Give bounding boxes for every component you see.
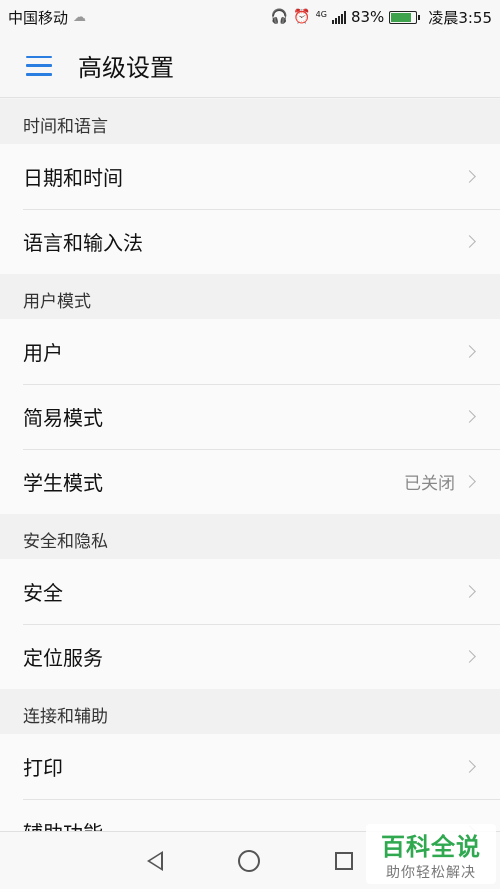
alarm-icon: ⏰ xyxy=(293,9,311,25)
menu-icon[interactable] xyxy=(26,55,52,76)
settings-list: 时间和语言日期和时间语言和输入法用户模式用户简易模式学生模式 已关闭安全和隐私安全… xyxy=(0,99,500,864)
signal-icon xyxy=(331,10,346,24)
chevron-right-icon xyxy=(463,650,476,663)
status-bar: 中国移动 ☁ 🎧 ⏰ 4G 83% 凌晨3:55 xyxy=(0,0,500,34)
settings-row-value: 已关闭 xyxy=(404,474,455,494)
back-icon[interactable] xyxy=(147,850,164,871)
headphone-icon: 🎧 xyxy=(270,9,289,25)
section-header: 安全和隐私 xyxy=(0,514,500,559)
settings-row[interactable]: 简易模式 xyxy=(0,384,500,449)
chevron-right-icon xyxy=(463,170,476,183)
battery-percent: 83% xyxy=(350,8,385,26)
chevron-right-icon xyxy=(463,235,476,248)
network-type-label: 4G xyxy=(315,9,327,19)
settings-row-label: 日期和时间 xyxy=(23,166,123,190)
settings-row-label: 安全 xyxy=(23,581,63,605)
chevron-right-icon xyxy=(463,760,476,773)
chevron-right-icon xyxy=(463,585,476,598)
page-title: 高级设置 xyxy=(78,54,174,82)
section-header: 时间和语言 xyxy=(0,99,500,144)
settings-row-label: 用户 xyxy=(23,341,63,365)
carrier-label: 中国移动 xyxy=(8,8,69,27)
clock: 凌晨3:55 xyxy=(428,8,492,27)
watermark-logo: 百科全说 助你轻松解决 xyxy=(366,824,496,884)
watermark-title: 百科全说 xyxy=(381,832,481,861)
section-body: 用户简易模式学生模式 已关闭 xyxy=(0,319,500,514)
settings-row[interactable]: 定位服务 xyxy=(0,624,500,689)
battery-icon xyxy=(389,10,421,24)
app-bar: 高级设置 xyxy=(0,34,500,98)
settings-row-label: 语言和输入法 xyxy=(23,231,143,255)
chevron-right-icon xyxy=(463,410,476,423)
settings-row[interactable]: 语言和输入法 xyxy=(0,209,500,274)
weather-icon: ☁ xyxy=(73,9,87,25)
section-header: 用户模式 xyxy=(0,274,500,319)
settings-row[interactable]: 安全 xyxy=(0,559,500,624)
chevron-right-icon xyxy=(463,475,476,488)
watermark-subtitle: 助你轻松解决 xyxy=(386,864,476,881)
settings-row-label: 简易模式 xyxy=(23,406,103,430)
settings-row-label: 定位服务 xyxy=(23,646,103,670)
chevron-right-icon xyxy=(463,345,476,358)
recent-apps-icon[interactable] xyxy=(334,851,353,870)
settings-row-label: 学生模式 xyxy=(23,471,103,495)
settings-row[interactable]: 日期和时间 xyxy=(0,144,500,209)
section-body: 日期和时间语言和输入法 xyxy=(0,144,500,274)
home-icon[interactable] xyxy=(237,849,260,872)
settings-row[interactable]: 用户 xyxy=(0,319,500,384)
section-body: 安全 定位服务 xyxy=(0,559,500,689)
settings-row-label: 打印 xyxy=(23,756,63,780)
settings-row[interactable]: 打印 xyxy=(0,734,500,799)
settings-row[interactable]: 学生模式 已关闭 xyxy=(0,449,500,514)
section-header: 连接和辅助 xyxy=(0,689,500,734)
